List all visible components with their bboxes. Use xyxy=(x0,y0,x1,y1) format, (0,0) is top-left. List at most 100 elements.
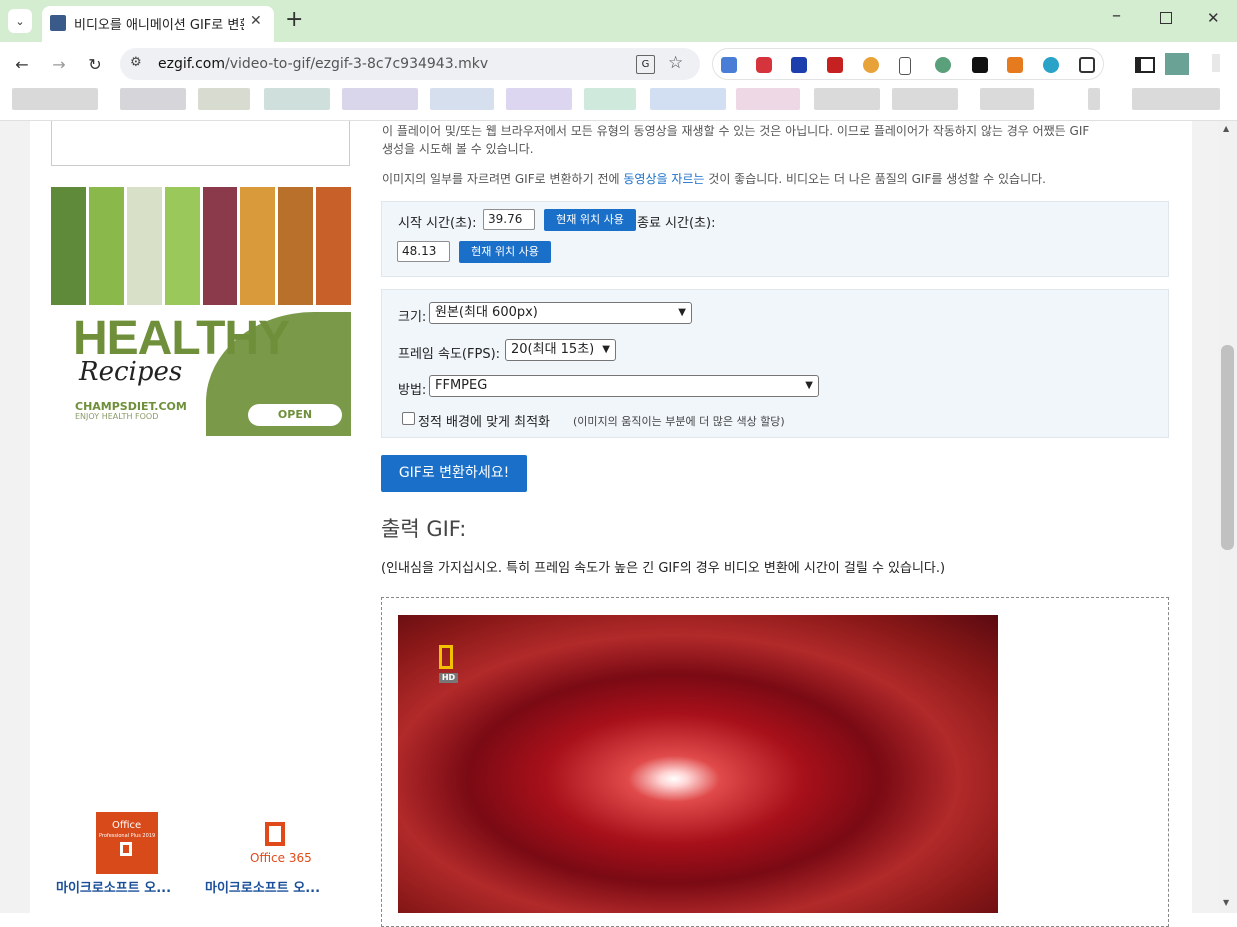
intro-line-2: 생성을 시도해 볼 수 있습니다. xyxy=(382,142,534,156)
ai-extension-icon[interactable] xyxy=(972,57,988,73)
bookmark-item[interactable] xyxy=(584,88,636,110)
firefox-like-extension-icon[interactable] xyxy=(1007,57,1023,73)
end-use-current-button[interactable]: 현재 위치 사용 xyxy=(459,241,551,263)
bookmark-item[interactable] xyxy=(264,88,330,110)
ad-open-button[interactable]: OPEN xyxy=(248,404,342,426)
hd-badge: HD xyxy=(439,673,458,683)
crop-hint: 이미지의 일부를 자르려면 GIF로 변환하기 전에 동영상을 자르는 것이 좋… xyxy=(382,170,1046,187)
product-link[interactable]: 마이크로소프트 오... xyxy=(56,877,171,896)
tab-favicon-icon xyxy=(50,15,66,31)
optimize-label[interactable]: 정적 배경에 맞게 최적화 xyxy=(418,411,550,430)
optimize-checkbox[interactable] xyxy=(402,412,415,425)
crop-hint-prefix: 이미지의 일부를 자르려면 GIF로 변환하기 전에 xyxy=(382,172,624,186)
method-select-value: FFMPEG xyxy=(435,378,488,393)
office-logo-icon xyxy=(120,842,132,856)
active-tab[interactable]: 비디오를 애니메이션 GIF로 변환 ✕ xyxy=(42,6,274,42)
crop-hint-suffix: 것이 좋습니다. 비디오는 더 나은 품질의 GIF를 생성할 수 있습니다. xyxy=(704,172,1046,186)
pdf-extension-icon[interactable] xyxy=(827,57,843,73)
office-365-product-image[interactable]: Office 365 xyxy=(243,812,312,870)
bookmark-extension-icon[interactable] xyxy=(899,57,911,75)
bookmark-item[interactable] xyxy=(1132,88,1220,110)
new-tab-button[interactable]: + xyxy=(285,7,303,32)
ad-placeholder-box xyxy=(51,121,350,166)
bookmark-item[interactable] xyxy=(120,88,186,110)
scroll-up-icon[interactable]: ▲ xyxy=(1223,124,1229,133)
end-time-label: 종료 시간(초): xyxy=(637,216,716,231)
bookmark-item[interactable] xyxy=(980,88,1034,110)
tab-title: 비디오를 애니메이션 GIF로 변환 xyxy=(74,18,244,33)
bird-extension-icon[interactable] xyxy=(863,57,879,73)
ad-tagline: ENJOY HEALTH FOOD xyxy=(75,412,159,421)
translate-icon[interactable]: G xyxy=(636,55,655,74)
fps-select[interactable]: 20(최대 15초) ▼ xyxy=(505,339,616,361)
download-extension-icon[interactable] xyxy=(791,57,807,73)
fps-label: 프레임 속도(FPS): xyxy=(398,347,501,362)
tab-close-icon[interactable]: ✕ xyxy=(250,13,262,29)
scroll-down-icon[interactable]: ▼ xyxy=(1223,898,1229,907)
extensions-bar xyxy=(712,48,1104,80)
chat-extension-icon[interactable] xyxy=(1043,57,1059,73)
chevron-down-icon: ▼ xyxy=(678,307,686,318)
url-text: ezgif.com/video-to-gif/ezgif-3-8c7c93494… xyxy=(158,56,488,72)
close-window-button[interactable]: ✕ xyxy=(1207,9,1220,27)
bookmark-star-icon[interactable]: ☆ xyxy=(668,53,683,73)
tab-search-button[interactable]: ⌄ xyxy=(8,9,32,33)
bookmark-item[interactable] xyxy=(814,88,880,110)
nat-geo-logo-icon xyxy=(439,645,453,669)
crop-video-link[interactable]: 동영상을 자르는 xyxy=(623,172,704,186)
scrollbar-thumb[interactable] xyxy=(1221,345,1234,550)
site-info-icon[interactable]: ⚙ xyxy=(130,55,142,70)
start-time-label: 시작 시간(초): xyxy=(398,216,477,231)
bookmark-item[interactable] xyxy=(736,88,800,110)
bookmark-item[interactable] xyxy=(650,88,726,110)
office-2019-product-image[interactable]: Office Professional Plus 2019 xyxy=(96,812,158,874)
office-box-sub: Professional Plus 2019 xyxy=(99,833,156,839)
convert-to-gif-button[interactable]: GIF로 변환하세요! xyxy=(381,455,527,492)
bookmark-item[interactable] xyxy=(12,88,98,110)
ad-script: Recipes xyxy=(79,357,183,387)
bookmark-item[interactable] xyxy=(506,88,572,110)
intro-line-1: 이 플레이어 및/또는 웹 브라우저에서 모든 유형의 동영상을 재생할 수 있… xyxy=(382,124,1090,138)
ad-food-strip xyxy=(51,187,351,305)
video-extension-icon[interactable] xyxy=(756,57,772,73)
bookmark-item[interactable] xyxy=(342,88,418,110)
forward-button[interactable]: → xyxy=(47,52,71,76)
maximize-button[interactable] xyxy=(1160,12,1172,24)
address-bar[interactable]: ⚙ ezgif.com/video-to-gif/ezgif-3-8c7c934… xyxy=(120,48,700,80)
back-button[interactable]: ← xyxy=(10,52,34,76)
size-label: 크기: xyxy=(398,310,427,325)
reload-button[interactable]: ↻ xyxy=(83,52,107,76)
bookmark-item[interactable] xyxy=(892,88,958,110)
method-label: 방법: xyxy=(398,383,427,398)
chevron-down-icon: ▼ xyxy=(805,380,813,391)
start-time-input[interactable]: 39.76 xyxy=(483,209,535,230)
output-note: (인내심을 가지십시오. 특히 프레임 속도가 높은 긴 GIF의 경우 비디오… xyxy=(381,561,946,576)
product-link[interactable]: 마이크로소프트 오... xyxy=(205,877,320,896)
url-host: ezgif.com xyxy=(158,56,225,72)
extensions-puzzle-icon[interactable] xyxy=(1079,57,1095,73)
office-logo-icon xyxy=(265,822,285,846)
fps-select-value: 20(최대 15초) xyxy=(511,342,595,357)
size-select-value: 원본(최대 600px) xyxy=(435,305,538,320)
office-box-text: Office xyxy=(112,820,142,831)
minimize-button[interactable]: – xyxy=(1112,5,1121,26)
network-extension-icon[interactable] xyxy=(935,57,951,73)
side-panel-icon[interactable] xyxy=(1135,57,1155,73)
bookmark-item[interactable] xyxy=(430,88,494,110)
output-heading: 출력 GIF: xyxy=(381,517,467,541)
office-365-text: Office 365 xyxy=(250,851,312,865)
start-use-current-button[interactable]: 현재 위치 사용 xyxy=(544,209,636,231)
menu-icon[interactable] xyxy=(1212,54,1220,72)
chevron-down-icon: ▼ xyxy=(602,344,610,355)
bookmark-item[interactable] xyxy=(198,88,250,110)
method-select[interactable]: FFMPEG ▼ xyxy=(429,375,819,397)
healthy-recipes-ad[interactable]: HEALTHY Recipes CHAMPSDIET.COM ENJOY HEA… xyxy=(51,187,351,436)
optimize-note: (이미지의 움직이는 부분에 더 많은 색상 할당) xyxy=(573,415,785,428)
google-translate-extension-icon[interactable] xyxy=(721,57,737,73)
end-time-input[interactable]: 48.13 xyxy=(397,241,450,262)
profile-avatar[interactable] xyxy=(1165,53,1189,75)
size-select[interactable]: 원본(최대 600px) ▼ xyxy=(429,302,692,324)
url-path: /video-to-gif/ezgif-3-8c7c934943.mkv xyxy=(225,56,489,72)
bookmark-item[interactable] xyxy=(1088,88,1100,110)
output-gif-preview: HD xyxy=(398,615,998,913)
